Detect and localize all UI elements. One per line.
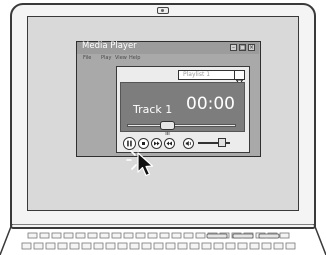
volume-button[interactable]	[183, 138, 194, 149]
volume-slider-handle[interactable]	[218, 138, 227, 147]
track-title: Track 1	[133, 103, 173, 116]
stop-icon	[142, 142, 145, 145]
close-button[interactable]: ×	[248, 44, 255, 51]
menu-play[interactable]: Play	[101, 55, 111, 61]
menu-bar: File Play View Help	[77, 54, 259, 63]
chevron-down-icon[interactable]	[234, 71, 244, 86]
elapsed-time: 00:00	[186, 94, 235, 114]
player-panel: Playlist 1 Track 1 00:00	[116, 66, 250, 153]
minimize-button[interactable]: –	[230, 44, 237, 51]
playlist-dropdown[interactable]: Playlist 1	[178, 70, 245, 86]
title-bar[interactable]: Media Player – □ ×	[77, 41, 259, 54]
maximize-button[interactable]: □	[239, 44, 246, 51]
speaker-icon	[185, 141, 191, 146]
laptop-speaker-grille	[206, 233, 280, 239]
playlist-value: Playlist 1	[183, 71, 211, 78]
seek-handle[interactable]	[159, 121, 175, 135]
media-player-window: Media Player – □ × File Play View Help P…	[76, 41, 261, 157]
window-title: Media Player	[82, 41, 137, 51]
menu-view[interactable]: View	[115, 55, 127, 61]
webcam-icon	[157, 7, 169, 14]
mouse-pointer-icon	[126, 148, 154, 177]
now-playing-display: Track 1 00:00	[120, 82, 245, 135]
menu-file[interactable]: File	[83, 55, 91, 61]
previous-track-icon	[166, 141, 172, 146]
seek-bar[interactable]	[127, 124, 236, 127]
next-track-icon	[154, 141, 160, 146]
previous-track-button[interactable]	[164, 138, 175, 149]
menu-help[interactable]: Help	[129, 55, 140, 61]
